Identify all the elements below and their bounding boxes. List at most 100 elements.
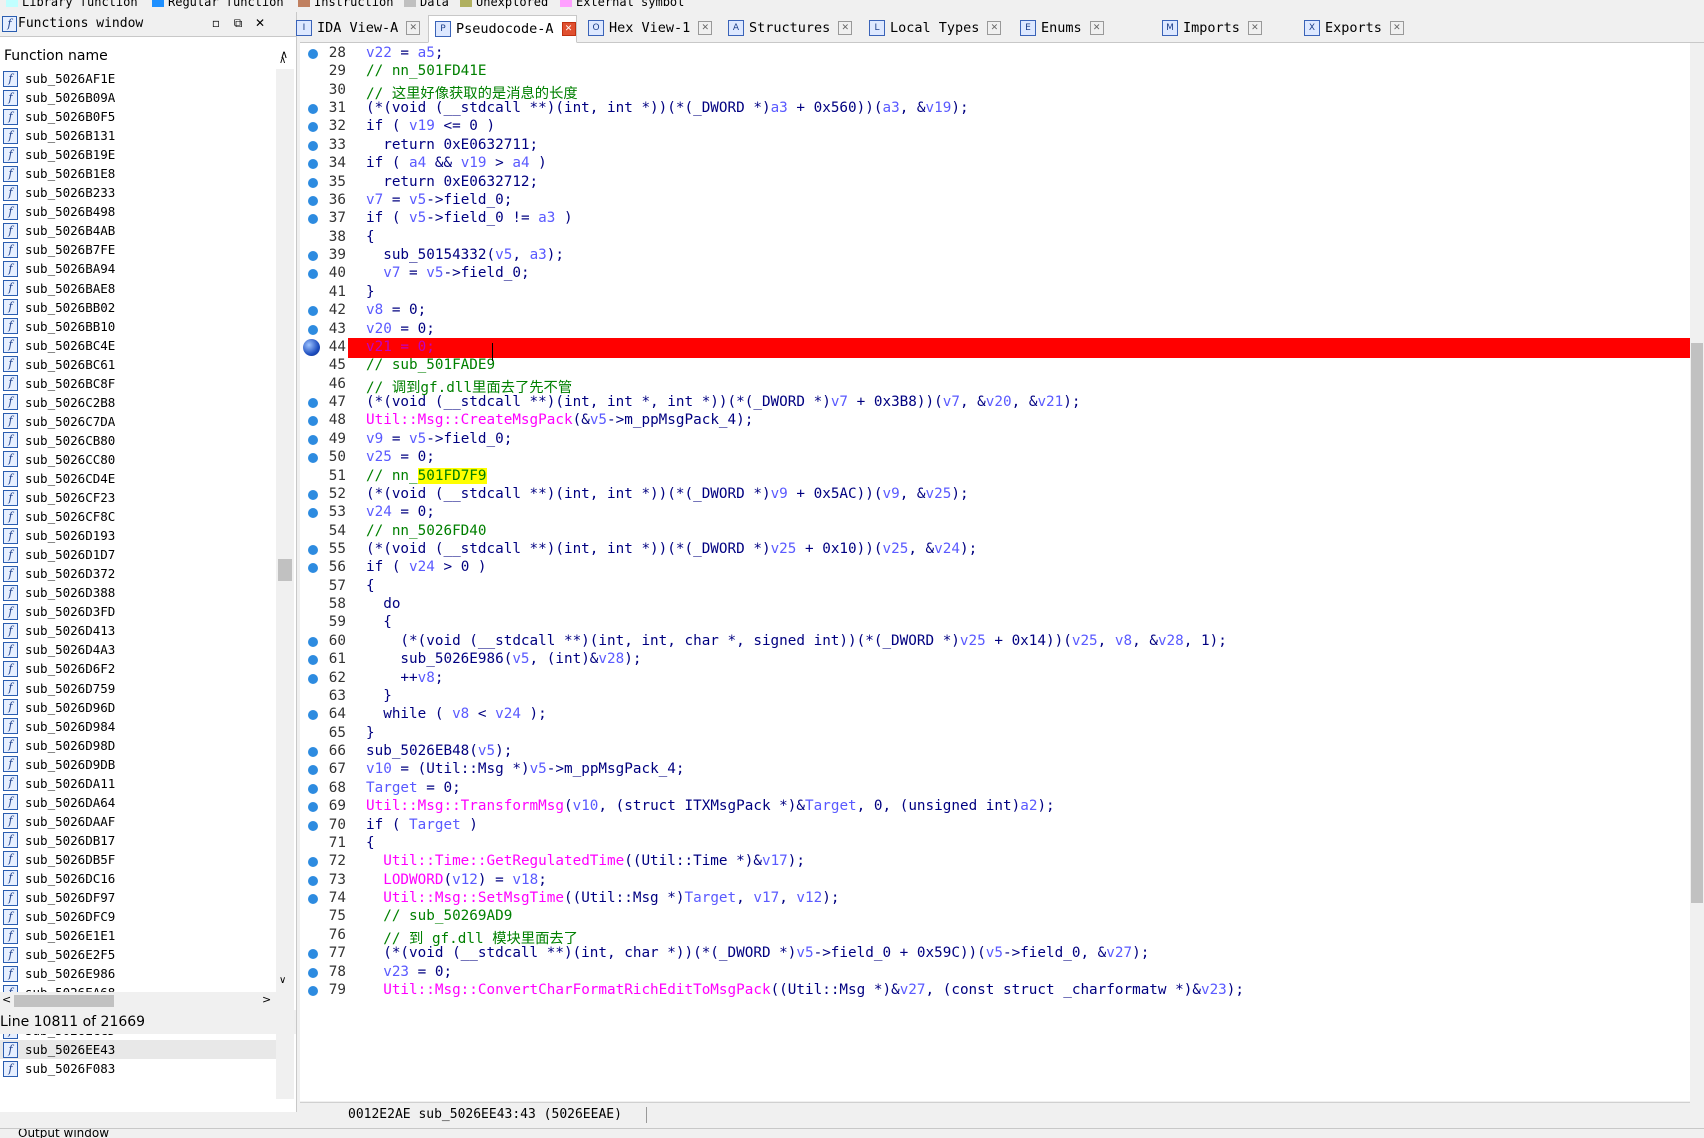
executable-line-dot-icon[interactable] <box>308 122 318 133</box>
code-line[interactable]: 73 LODWORD(v12) = v18; <box>300 871 1690 891</box>
function-list-item[interactable]: f sub_5026CD4E <box>0 469 276 488</box>
code-line[interactable]: 43 v20 = 0; <box>300 320 1690 340</box>
executable-line-dot-icon[interactable] <box>308 563 318 574</box>
executable-line-dot-icon[interactable] <box>308 49 318 59</box>
function-list-item[interactable]: f sub_5026D3FD <box>0 602 276 621</box>
executable-line-dot-icon[interactable] <box>308 214 318 225</box>
code-line[interactable]: 45 // sub_501FADE9 <box>300 356 1690 376</box>
tab-local-types[interactable]: L Local Types ✕ <box>863 15 1002 41</box>
code-line[interactable]: 30// 这里好像获取的是消息的长度 <box>300 81 1690 102</box>
function-list-item[interactable]: f sub_5026DAAF <box>0 812 276 831</box>
close-icon[interactable]: ✕ <box>252 15 268 31</box>
code-line[interactable]: 58 do <box>300 595 1690 615</box>
function-list-item[interactable]: f sub_5026D759 <box>0 679 276 698</box>
scroll-thumb[interactable] <box>278 559 292 581</box>
tab-exports[interactable]: X Exports ✕ <box>1298 15 1404 41</box>
function-list-item[interactable]: f sub_5026B233 <box>0 183 276 202</box>
code-line[interactable]: 35 return 0xE0632712; <box>300 173 1690 193</box>
function-list-item[interactable]: f sub_5026C7DA <box>0 412 276 431</box>
code-line[interactable]: 69 Util::Msg::TransformMsg(v10, (struct I… <box>300 797 1690 817</box>
function-list-item[interactable]: f sub_5026E986 <box>0 964 276 983</box>
function-list-item[interactable]: f sub_5026B131 <box>0 126 276 145</box>
pseudocode-view[interactable]: 28 v22 = a5; 29 // nn_501FD41E 30// 这里好像获取的是… <box>300 43 1690 1101</box>
executable-line-dot-icon[interactable] <box>308 453 318 464</box>
executable-line-dot-icon[interactable] <box>308 949 318 960</box>
executable-line-dot-icon[interactable] <box>308 544 318 555</box>
tab-close-icon[interactable]: ✕ <box>987 21 1002 35</box>
function-list-item[interactable]: f sub_5026B7FE <box>0 240 276 259</box>
code-line[interactable]: 38 { <box>300 228 1690 248</box>
function-list-item[interactable]: f sub_5026D1D7 <box>0 545 276 564</box>
function-list-item[interactable]: f sub_5026BC8F <box>0 374 276 393</box>
function-list-item[interactable]: f sub_5026BB02 <box>0 298 276 317</box>
code-line[interactable]: 74 Util::Msg::SetMsgTime((Util::Msg *)Ta… <box>300 889 1690 909</box>
code-line[interactable]: 72 Util::Time::GetRegulatedTime((Util::T… <box>300 852 1690 872</box>
function-list-item[interactable]: f sub_5026D388 <box>0 583 276 602</box>
code-line[interactable]: 37 if ( v5->field_0 != a3 ) <box>300 209 1690 229</box>
function-list-item[interactable]: f sub_5026D413 <box>0 621 276 640</box>
function-list-item[interactable]: f sub_5026BAE8 <box>0 279 276 298</box>
code-vscroll[interactable] <box>1690 43 1704 1123</box>
function-list-item[interactable]: f sub_5026DFC9 <box>0 907 276 926</box>
code-line[interactable]: 78 v23 = 0; <box>300 963 1690 983</box>
code-line[interactable]: 46// 调到gf.dll里面去了先不管 <box>300 375 1690 396</box>
function-list-item[interactable]: f sub_5026EE43 <box>0 1040 276 1060</box>
code-line[interactable]: 77 (*(void (__stdcall **)(int, char *))(… <box>300 944 1690 964</box>
executable-line-dot-icon[interactable] <box>308 636 318 647</box>
function-list-vscroll[interactable]: ∧ ∨ <box>276 55 294 1099</box>
function-list-item[interactable]: f sub_5026AF1E <box>0 69 276 88</box>
code-line[interactable]: 31 (*(void (__stdcall **)(int, int *))(*(… <box>300 99 1690 119</box>
function-name-column-header[interactable]: Function name ∧ <box>0 46 296 66</box>
code-line[interactable]: 32 if ( v19 <= 0 ) <box>300 117 1690 137</box>
code-line[interactable]: 50 v25 = 0; <box>300 448 1690 468</box>
function-list-item[interactable]: f sub_5026D372 <box>0 564 276 583</box>
function-list-item[interactable]: f sub_5026D4A3 <box>0 640 276 659</box>
function-list-item[interactable]: f sub_5026BB10 <box>0 317 276 336</box>
tab-enums[interactable]: E Enums ✕ <box>1014 15 1104 41</box>
function-list-item[interactable]: f sub_5026CC80 <box>0 450 276 469</box>
code-line[interactable]: 62 ++v8; <box>300 669 1690 689</box>
breakpoint-icon[interactable] <box>303 338 320 356</box>
executable-line-dot-icon[interactable] <box>308 802 318 813</box>
function-list-item[interactable]: f sub_5026B4AB <box>0 221 276 240</box>
function-list-item[interactable]: f sub_5026D9DB <box>0 755 276 774</box>
function-list-item[interactable]: f sub_5026CB80 <box>0 431 276 450</box>
tab-close-icon[interactable]: ✕ <box>1389 21 1404 35</box>
executable-line-dot-icon[interactable] <box>308 324 318 335</box>
code-line[interactable]: 49 v9 = v5->field_0; <box>300 430 1690 450</box>
executable-line-dot-icon[interactable] <box>308 655 318 666</box>
code-line[interactable]: 40 v7 = v5->field_0; <box>300 264 1690 284</box>
executable-line-dot-icon[interactable] <box>308 104 318 115</box>
tab-close-icon[interactable]: ✕ <box>1089 21 1104 35</box>
code-line[interactable]: 70 if ( Target ) <box>300 816 1690 836</box>
code-line[interactable]: 41} <box>300 283 1690 303</box>
function-list-item[interactable]: f sub_5026D193 <box>0 526 276 545</box>
tab-close-icon[interactable]: ✕ <box>561 22 576 36</box>
code-line[interactable]: 60 (*(void (__stdcall **)(int, int, char… <box>300 632 1690 652</box>
function-list-item[interactable]: f sub_5026B1E8 <box>0 164 276 183</box>
code-scroll-thumb[interactable] <box>1691 343 1703 903</box>
function-list-item[interactable]: f sub_5026B09A <box>0 88 276 107</box>
function-list-item[interactable]: f sub_5026D98D <box>0 736 276 755</box>
code-line[interactable]: 29 // nn_501FD41E <box>300 62 1690 82</box>
function-list-item[interactable]: f sub_5026E1E1 <box>0 926 276 945</box>
function-list-item[interactable]: f sub_5026DA11 <box>0 774 276 793</box>
scroll-right-icon[interactable]: > <box>262 993 271 1006</box>
tab-close-icon[interactable]: ✕ <box>698 21 713 35</box>
code-line[interactable]: 61 sub_5026E986(v5, (int)&v28); <box>300 650 1690 670</box>
restore-icon[interactable]: ▫ <box>208 15 224 31</box>
code-line[interactable]: 36 v7 = v5->field_0; <box>300 191 1690 211</box>
function-list-item[interactable]: f sub_5026B19E <box>0 145 276 164</box>
code-line[interactable]: 48 Util::Msg::CreateMsgPack(&v5->m_ppMsgP… <box>300 411 1690 431</box>
code-line[interactable]: 52 (*(void (__stdcall **)(int, int *))(*(… <box>300 485 1690 505</box>
function-list-item[interactable]: f sub_5026B0F5 <box>0 107 276 126</box>
executable-line-dot-icon[interactable] <box>308 251 318 262</box>
tab-close-icon[interactable]: ✕ <box>838 21 853 35</box>
scroll-up-icon[interactable]: ∧ <box>279 55 286 66</box>
code-line[interactable]: 64 while ( v8 < v24 ); <box>300 705 1690 725</box>
code-line[interactable]: 53 v24 = 0; <box>300 503 1690 523</box>
tab-pseudocode-a[interactable]: P Pseudocode-A ✕ <box>428 15 577 43</box>
code-line[interactable]: 55 (*(void (__stdcall **)(int, int *))(*(… <box>300 540 1690 560</box>
float-icon[interactable]: ⧉ <box>230 15 246 31</box>
tab-hex-view-1[interactable]: O Hex View-1 ✕ <box>582 15 713 41</box>
